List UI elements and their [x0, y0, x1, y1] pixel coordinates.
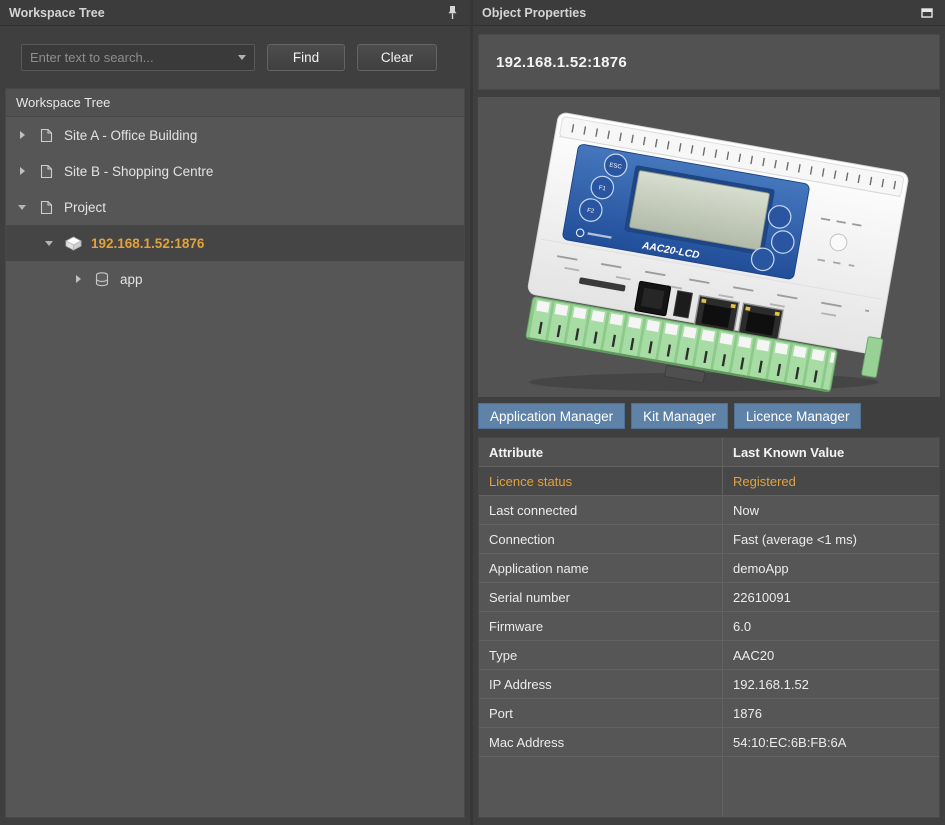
device-photo: ESC F1 F2 AAC20-LCD — [486, 98, 932, 396]
tree-item-label: Project — [64, 200, 106, 215]
attribute-cell: Type — [479, 641, 722, 669]
device-image: ESC F1 F2 AAC20-LCD — [478, 97, 940, 397]
column-header-attribute: Attribute — [479, 438, 722, 466]
table-header-row: Attribute Last Known Value — [479, 438, 939, 467]
attribute-cell: Application name — [479, 554, 722, 582]
attribute-cell: Firmware — [479, 612, 722, 640]
attribute-cell: Licence status — [479, 467, 722, 495]
document-icon — [37, 200, 55, 215]
table-filler-value — [722, 757, 939, 817]
tree-item-label: app — [120, 272, 143, 287]
table-row[interactable]: Application name demoApp — [479, 554, 939, 583]
kit-manager-button[interactable]: Kit Manager — [631, 403, 728, 429]
tree-item-controller[interactable]: 192.168.1.52:1876 — [6, 225, 464, 261]
document-icon — [37, 128, 55, 143]
caret-down-icon[interactable] — [16, 205, 28, 210]
workspace-tree-panel: Workspace Tree Find Clear Workspace Tree — [0, 0, 470, 825]
table-row[interactable]: Licence status Registered — [479, 467, 939, 496]
tree-column-header: Workspace Tree — [6, 89, 464, 117]
value-cell: 192.168.1.52 — [722, 670, 939, 698]
table-row[interactable]: Serial number 22610091 — [479, 583, 939, 612]
attribute-cell: Port — [479, 699, 722, 727]
clear-button[interactable]: Clear — [357, 44, 437, 71]
table-filler-attribute — [479, 757, 722, 817]
table-row[interactable]: Last connected Now — [479, 496, 939, 525]
restore-window-icon[interactable] — [918, 4, 936, 22]
app-window: Workspace Tree Find Clear Workspace Tree — [0, 0, 945, 825]
caret-right-icon[interactable] — [16, 131, 28, 139]
database-icon — [93, 272, 111, 287]
value-cell: 6.0 — [722, 612, 939, 640]
workspace-tree-panel-header: Workspace Tree — [0, 0, 470, 26]
table-row[interactable]: Mac Address 54:10:EC:6B:FB:6A — [479, 728, 939, 757]
value-cell: AAC20 — [722, 641, 939, 669]
search-combobox[interactable] — [21, 44, 255, 71]
attribute-cell: Serial number — [479, 583, 722, 611]
properties-table: Attribute Last Known Value Licence statu… — [478, 437, 940, 818]
dropdown-arrow-icon[interactable] — [230, 45, 254, 70]
object-properties-panel-title: Object Properties — [482, 6, 586, 20]
document-icon — [37, 164, 55, 179]
value-cell: 22610091 — [722, 583, 939, 611]
value-cell: Now — [722, 496, 939, 524]
tree-item-app[interactable]: app — [6, 261, 464, 297]
tree-item-label: 192.168.1.52:1876 — [91, 236, 204, 251]
pin-icon[interactable] — [443, 4, 461, 22]
attribute-cell: IP Address — [479, 670, 722, 698]
object-properties-panel-header: Object Properties — [473, 0, 945, 26]
tree-item-project[interactable]: Project — [6, 189, 464, 225]
caret-right-icon[interactable] — [16, 167, 28, 175]
value-cell: demoApp — [722, 554, 939, 582]
search-toolbar: Find Clear — [0, 26, 470, 88]
tree-item-label: Site B - Shopping Centre — [64, 164, 213, 179]
workspace-tree-panel-title: Workspace Tree — [9, 6, 105, 20]
tree-item-site-b[interactable]: Site B - Shopping Centre — [6, 153, 464, 189]
value-cell: 1876 — [722, 699, 939, 727]
table-row[interactable]: IP Address 192.168.1.52 — [479, 670, 939, 699]
search-input[interactable] — [22, 50, 230, 65]
attribute-cell: Connection — [479, 525, 722, 553]
value-cell: Registered — [722, 467, 939, 495]
table-row[interactable]: Firmware 6.0 — [479, 612, 939, 641]
tree-column-header-label: Workspace Tree — [16, 95, 110, 110]
table-filler — [479, 757, 939, 817]
table-row[interactable]: Type AAC20 — [479, 641, 939, 670]
value-cell: 54:10:EC:6B:FB:6A — [722, 728, 939, 756]
column-header-value: Last Known Value — [722, 438, 939, 466]
application-manager-button[interactable]: Application Manager — [478, 403, 625, 429]
table-row[interactable]: Port 1876 — [479, 699, 939, 728]
attribute-cell: Last connected — [479, 496, 722, 524]
find-button[interactable]: Find — [267, 44, 345, 71]
device-title-box: 192.168.1.52:1876 — [478, 34, 940, 90]
object-properties-panel: Object Properties 192.168.1.52:1876 — [473, 0, 945, 825]
caret-down-icon[interactable] — [43, 241, 55, 246]
device-title: 192.168.1.52:1876 — [496, 54, 627, 71]
caret-right-icon[interactable] — [72, 275, 84, 283]
attribute-cell: Mac Address — [479, 728, 722, 756]
licence-manager-button[interactable]: Licence Manager — [734, 403, 862, 429]
tree-item-site-a[interactable]: Site A - Office Building — [6, 117, 464, 153]
tree-item-label: Site A - Office Building — [64, 128, 197, 143]
table-row[interactable]: Connection Fast (average <1 ms) — [479, 525, 939, 554]
manager-buttons: Application Manager Kit Manager Licence … — [478, 403, 945, 429]
device-icon — [64, 236, 82, 251]
workspace-tree: Workspace Tree Site A - Office Building — [5, 88, 465, 818]
value-cell: Fast (average <1 ms) — [722, 525, 939, 553]
